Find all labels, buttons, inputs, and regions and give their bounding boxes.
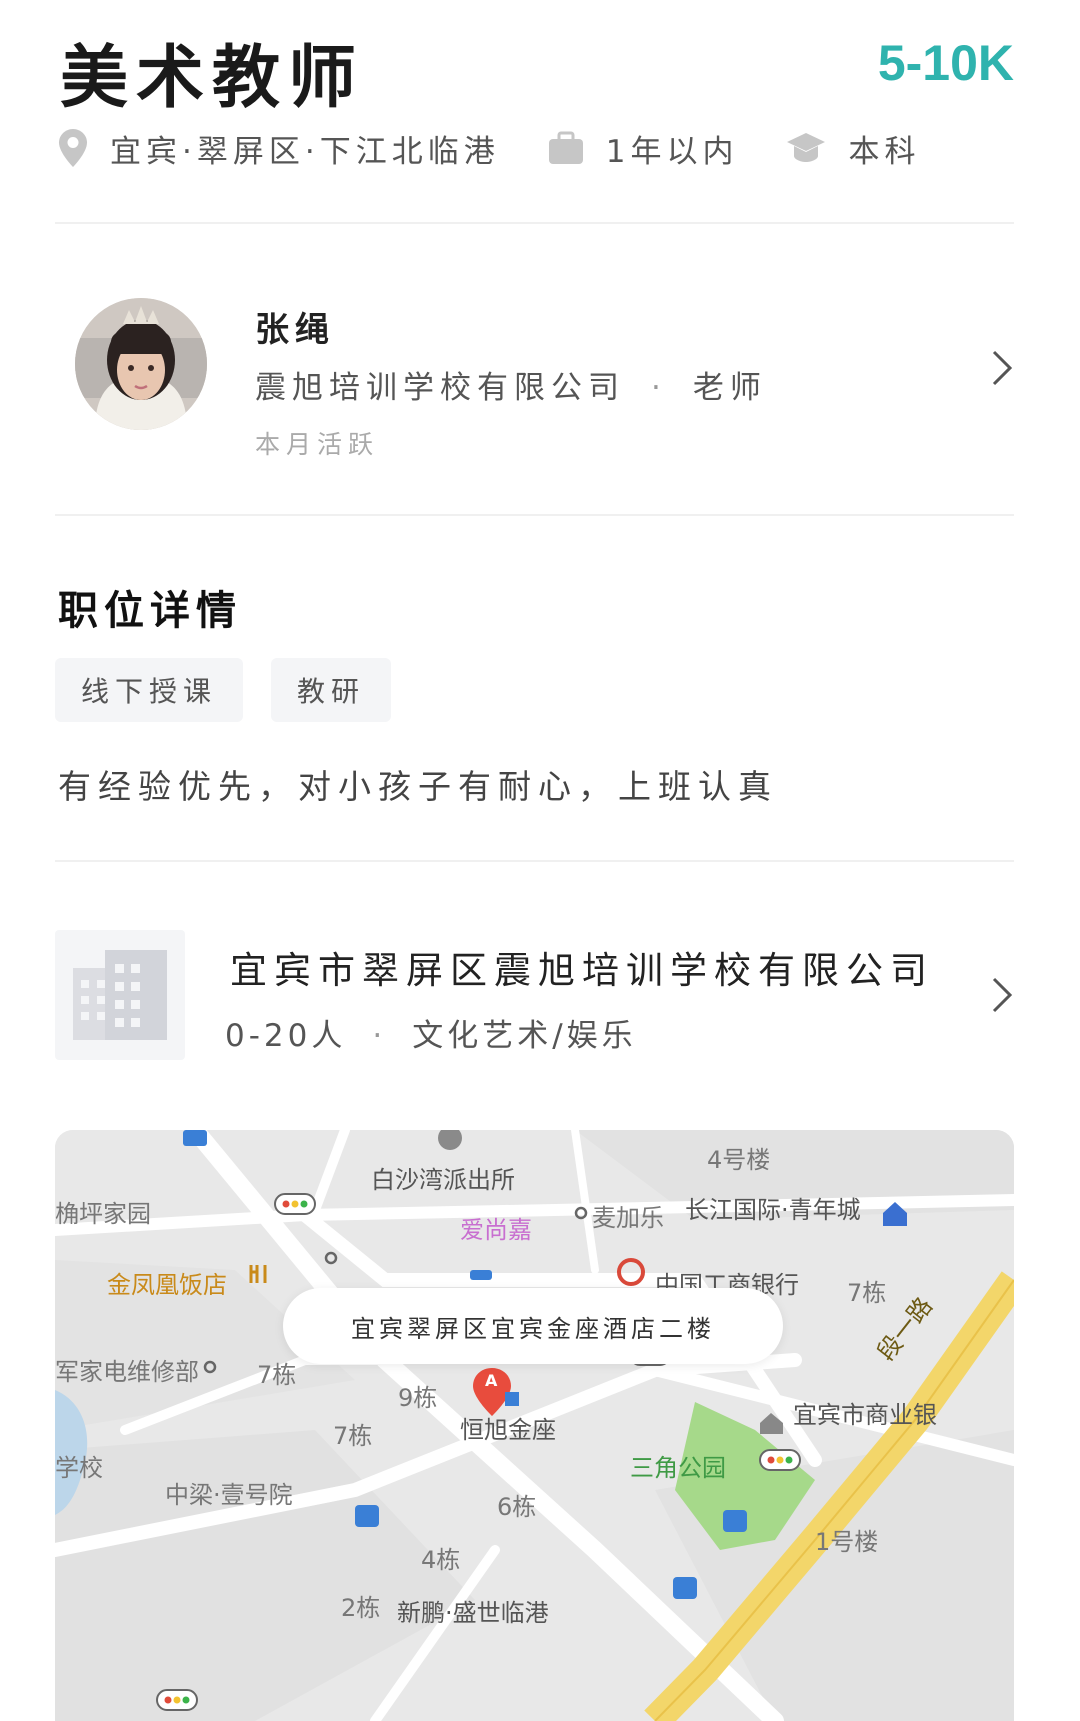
map-label: 6栋	[497, 1493, 537, 1521]
map-label: 新鹏·盛世临港	[397, 1599, 549, 1627]
map-label: 桷坪家园	[55, 1200, 151, 1228]
job-tag: 教研	[271, 658, 392, 722]
divider	[55, 222, 1014, 224]
job-tags: 线下授课 教研	[55, 658, 419, 722]
company-info: 0-20人 · 文化艺术/娱乐	[225, 1010, 637, 1055]
recruiter-role: 老师	[692, 370, 767, 406]
recruiter-activity: 本月活跃	[255, 430, 380, 459]
map-label: 军家电维修部	[55, 1358, 199, 1386]
separator-dot: ·	[372, 1018, 387, 1054]
recruiter-company: 震旭培训学校有限公司	[255, 370, 625, 406]
map-label: 4栋	[421, 1546, 461, 1574]
salary: 5-10K	[877, 35, 1014, 91]
map-label: 7栋	[847, 1279, 887, 1307]
location-text: 宜宾·翠屏区·下江北临港	[110, 133, 500, 170]
map-label: 中梁·壹号院	[165, 1481, 293, 1509]
map-label: 爱尚嘉	[460, 1216, 532, 1244]
company-logo	[55, 930, 185, 1060]
job-tag: 线下授课	[55, 658, 244, 722]
education-meta: 本科	[786, 126, 920, 171]
map-label: 7栋	[333, 1422, 373, 1450]
separator-dot: ·	[651, 370, 667, 406]
job-title: 美术教师	[60, 38, 365, 118]
graduation-cap-icon	[787, 133, 826, 162]
map-label: 三角公园	[630, 1454, 726, 1482]
map-label: 1号楼	[815, 1528, 879, 1556]
map-label: 4号楼	[707, 1146, 771, 1174]
education-text: 本科	[848, 133, 921, 170]
job-description: 有经验优先，对小孩子有耐心，上班认真	[58, 767, 778, 806]
recruiter-name: 张绳	[255, 310, 335, 350]
map-label: 白沙湾派出所	[371, 1166, 515, 1194]
building-icon	[73, 950, 167, 1040]
chevron-right-icon[interactable]	[990, 348, 1014, 388]
divider	[55, 514, 1014, 516]
map-marker-letter: A	[485, 1371, 498, 1390]
map-label: 7栋	[257, 1361, 297, 1389]
experience-meta: 1年以内	[548, 126, 739, 171]
location-map[interactable]: 白沙湾派出所 4号楼 桷坪家园 爱尚嘉 麦加乐 长江国际·青年城 金凤凰饭店 中…	[55, 1130, 1014, 1721]
company-name: 宜宾市翠屏区震旭培训学校有限公司	[230, 949, 934, 992]
chevron-right-icon[interactable]	[990, 975, 1014, 1015]
location-pin-icon	[59, 129, 87, 167]
recruiter-card[interactable]: 张绳 震旭培训学校有限公司 · 老师 本月活跃	[55, 290, 1014, 460]
section-title-job-details: 职位详情	[58, 587, 242, 634]
avatar	[75, 298, 207, 430]
map-label: 长江国际·青年城	[685, 1196, 861, 1224]
divider	[55, 860, 1014, 862]
map-label: 宜宾市商业银	[793, 1401, 937, 1429]
map-label: 麦加乐	[592, 1204, 664, 1232]
map-label: 金凤凰饭店	[107, 1271, 227, 1299]
location-meta: 宜宾·翠屏区·下江北临港	[58, 126, 500, 171]
company-industry: 文化艺术/娱乐	[412, 1018, 637, 1054]
map-label: 9栋	[398, 1384, 438, 1412]
map-label: 学校	[55, 1454, 103, 1482]
address-callout: 宜宾翠屏区宜宾金座酒店二楼	[283, 1288, 783, 1364]
job-meta: 宜宾·翠屏区·下江北临港 1年以内 本科	[58, 120, 968, 176]
map-label: 2栋	[341, 1594, 381, 1622]
company-size: 0-20人	[225, 1018, 347, 1054]
company-card[interactable]: 宜宾市翠屏区震旭培训学校有限公司 0-20人 · 文化艺术/娱乐	[55, 930, 1014, 1060]
experience-text: 1年以内	[605, 133, 739, 170]
map-label: 恒旭金座	[460, 1416, 556, 1444]
briefcase-icon	[548, 131, 583, 164]
recruiter-company-role: 震旭培训学校有限公司 · 老师	[255, 362, 767, 407]
